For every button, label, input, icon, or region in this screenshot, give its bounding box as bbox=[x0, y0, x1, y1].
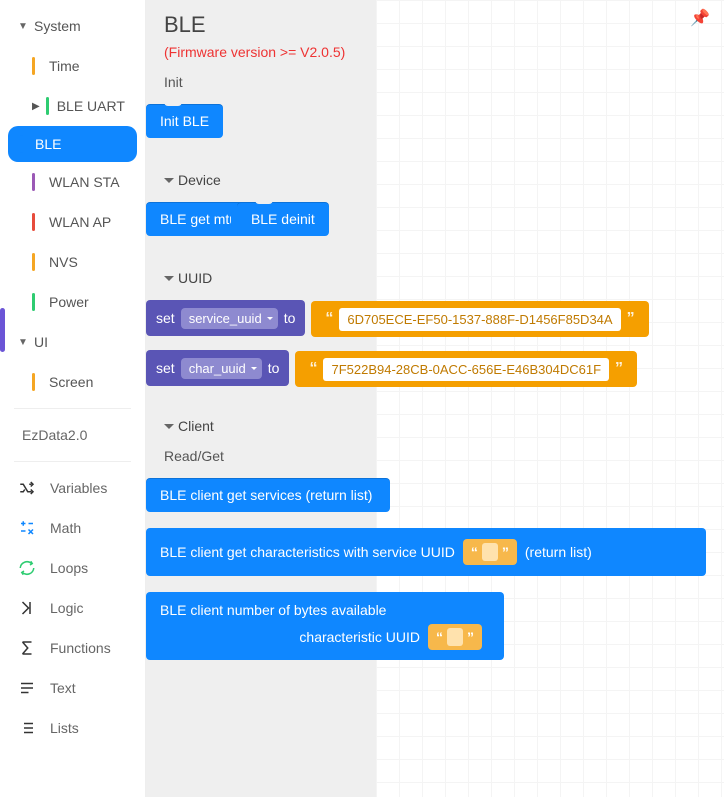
sidebar-util-lists[interactable]: Lists bbox=[0, 708, 145, 748]
field-char-uuid[interactable]: char_uuid bbox=[181, 358, 262, 379]
caret-icon: ▼ bbox=[18, 337, 28, 348]
shuffle-icon bbox=[18, 479, 36, 497]
firmware-note: (Firmware version >= V2.0.5) bbox=[164, 44, 706, 60]
util-label: Math bbox=[50, 520, 81, 536]
block-client-bytes-available[interactable]: BLE client number of bytes available cha… bbox=[146, 592, 504, 660]
block-set-char-uuid[interactable]: set char_uuid to bbox=[146, 350, 289, 386]
sidebar-item-label: Screen bbox=[49, 374, 93, 390]
sidebar-util-text[interactable]: Text bbox=[0, 668, 145, 708]
quote-icon: ” bbox=[611, 360, 627, 378]
text-icon bbox=[18, 679, 36, 697]
color-bar bbox=[32, 173, 35, 191]
block-deinit[interactable]: BLE deinit bbox=[237, 202, 329, 236]
util-label: Logic bbox=[50, 600, 83, 616]
string-value[interactable]: 6D705ECE-EF50-1537-888F-D1456F85D34A bbox=[339, 308, 620, 331]
sidebar-item-screen[interactable]: Screen bbox=[0, 362, 145, 402]
sidebar-item-label: NVS bbox=[49, 254, 78, 270]
pin-icon[interactable]: 📌 bbox=[690, 8, 710, 28]
caret-icon: ▼ bbox=[18, 21, 28, 32]
sidebar-item-nvs[interactable]: NVS bbox=[0, 242, 145, 282]
uuid-slot[interactable]: “” bbox=[463, 539, 517, 565]
divider bbox=[14, 461, 131, 462]
section-uuid[interactable]: UUID bbox=[164, 270, 706, 286]
color-bar bbox=[32, 373, 35, 391]
panel-title: BLE bbox=[164, 12, 706, 38]
sidebar-item-wlan-sta[interactable]: WLAN STA bbox=[0, 162, 145, 202]
quote-icon: “ bbox=[321, 310, 337, 328]
util-label: Variables bbox=[50, 480, 107, 496]
list-icon bbox=[18, 719, 36, 737]
color-bar bbox=[32, 293, 35, 311]
block-string-service[interactable]: “ 6D705ECE-EF50-1537-888F-D1456F85D34A ” bbox=[311, 301, 648, 337]
sidebar-item-label: BLE UART bbox=[57, 98, 125, 114]
sidebar-item-label: WLAN AP bbox=[49, 214, 111, 230]
section-init: Init bbox=[164, 74, 706, 90]
sidebar-item-time[interactable]: Time bbox=[0, 46, 145, 86]
color-bar bbox=[20, 135, 23, 153]
block-set-service-uuid[interactable]: set service_uuid to bbox=[146, 300, 305, 336]
sidebar-util-math[interactable]: Math bbox=[0, 508, 145, 548]
uuid-slot[interactable]: “” bbox=[428, 624, 482, 650]
sidebar-item-ble-uart[interactable]: ▶ BLE UART bbox=[0, 86, 145, 126]
color-bar bbox=[32, 213, 35, 231]
quote-icon: “ bbox=[305, 360, 321, 378]
sidebar-util-logic[interactable]: Logic bbox=[0, 588, 145, 628]
section-device[interactable]: Device bbox=[164, 172, 706, 188]
loop-icon bbox=[18, 559, 36, 577]
sidebar-item-power[interactable]: Power bbox=[0, 282, 145, 322]
color-bar bbox=[32, 253, 35, 271]
sidebar-item-ezdata[interactable]: EzData2.0 bbox=[0, 415, 145, 455]
util-label: Text bbox=[50, 680, 76, 696]
sidebar-util-loops[interactable]: Loops bbox=[0, 548, 145, 588]
sidebar-item-label: Power bbox=[49, 294, 89, 310]
sidebar-item-label: EzData2.0 bbox=[22, 427, 87, 443]
logic-icon bbox=[18, 599, 36, 617]
sigma-icon bbox=[18, 639, 36, 657]
sidebar-item-label: BLE bbox=[35, 136, 61, 152]
sidebar-item-label: WLAN STA bbox=[49, 174, 120, 190]
sidebar-item-ble[interactable]: BLE bbox=[8, 126, 137, 162]
sidebar-group[interactable]: ▼ System bbox=[0, 6, 145, 46]
color-bar bbox=[46, 97, 49, 115]
arrow-icon: ▶ bbox=[32, 101, 40, 112]
sidebar-item-wlan-ap[interactable]: WLAN AP bbox=[0, 202, 145, 242]
sidebar-item-label: Time bbox=[49, 58, 80, 74]
math-icon bbox=[18, 519, 36, 537]
util-label: Lists bbox=[50, 720, 79, 736]
block-client-get-services[interactable]: BLE client get services (return list) bbox=[146, 478, 390, 512]
block-panel: 📌 BLE (Firmware version >= V2.0.5) Init … bbox=[146, 0, 724, 797]
label-readget: Read/Get bbox=[164, 448, 706, 464]
util-label: Loops bbox=[50, 560, 88, 576]
color-bar bbox=[32, 57, 35, 75]
sidebar-group[interactable]: ▼ UI bbox=[0, 322, 145, 362]
block-client-get-characteristics[interactable]: BLE client get characteristics with serv… bbox=[146, 528, 706, 576]
block-string-char[interactable]: “ 7F522B94-28CB-0ACC-656E-E46B304DC61F ” bbox=[295, 351, 637, 387]
section-client[interactable]: Client bbox=[164, 418, 706, 434]
group-label: System bbox=[34, 18, 81, 34]
quote-icon: ” bbox=[623, 310, 639, 328]
sidebar-util-variables[interactable]: Variables bbox=[0, 468, 145, 508]
sidebar-util-functions[interactable]: Functions bbox=[0, 628, 145, 668]
sidebar: ▼ System Time ▶ BLE UART BLE WLAN STA WLAN AP NV… bbox=[0, 0, 146, 797]
field-service-uuid[interactable]: service_uuid bbox=[181, 308, 278, 329]
group-label: UI bbox=[34, 334, 48, 350]
divider bbox=[14, 408, 131, 409]
util-label: Functions bbox=[50, 640, 111, 656]
string-value[interactable]: 7F522B94-28CB-0ACC-656E-E46B304DC61F bbox=[323, 358, 609, 381]
block-init-ble[interactable]: Init BLE bbox=[146, 104, 223, 138]
